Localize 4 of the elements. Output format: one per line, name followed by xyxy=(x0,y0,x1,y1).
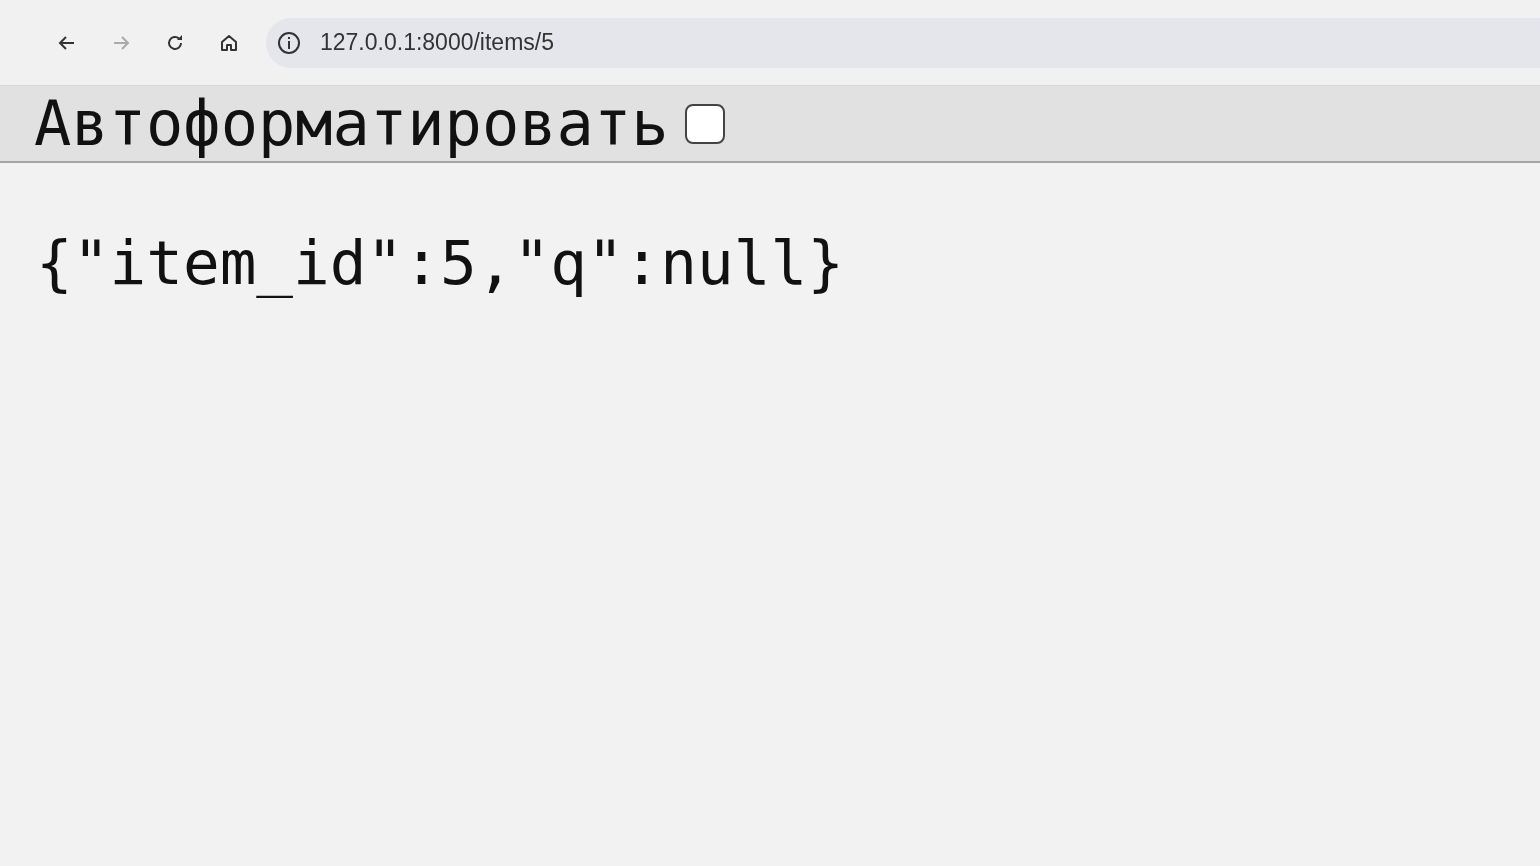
autoformat-checkbox[interactable] xyxy=(684,103,725,144)
json-response: {"item_id":5,"q":null} xyxy=(36,229,845,297)
address-bar[interactable]: 127.0.0.1:8000/items/5 xyxy=(266,17,1540,68)
info-icon[interactable] xyxy=(276,29,302,56)
